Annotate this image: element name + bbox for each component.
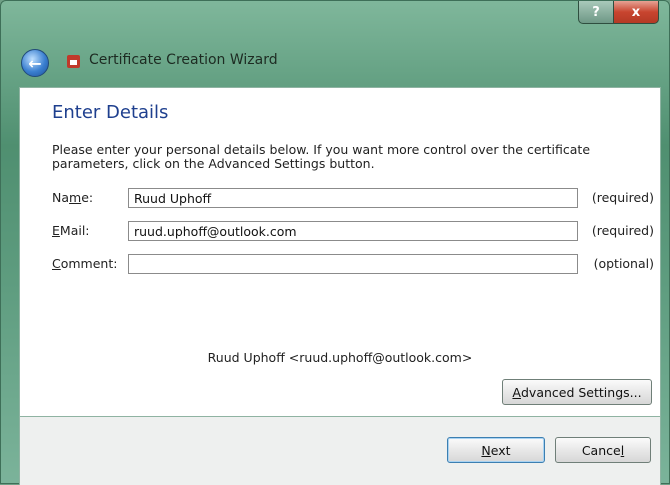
email-required-note: (required)	[591, 223, 654, 238]
close-button[interactable]: x	[614, 1, 659, 24]
window-title: Certificate Creation Wizard	[89, 52, 278, 68]
email-field[interactable]	[128, 221, 578, 241]
name-label: Name:	[52, 190, 94, 205]
comment-field[interactable]	[128, 254, 578, 274]
advanced-settings-button[interactable]: Advanced Settings...	[502, 379, 652, 405]
back-arrow-icon: ←	[28, 53, 42, 73]
comment-label: Comment:	[52, 256, 118, 271]
page-description: Please enter your personal details below…	[52, 142, 591, 171]
identity-preview: Ruud Uphoff <ruud.uphoff@outlook.com>	[207, 350, 473, 365]
title-bar: ? x ← Certificate Creation Wizard	[1, 1, 669, 87]
name-required-note: (required)	[591, 190, 654, 205]
next-button[interactable]: Next	[447, 437, 545, 463]
wizard-footer: Next Cance l	[19, 417, 661, 485]
comment-optional-note: (optional)	[593, 256, 654, 271]
wizard-content: Enter Details Please enter your personal…	[19, 87, 661, 417]
back-button[interactable]: ←	[21, 49, 49, 77]
page-heading: Enter Details	[52, 102, 169, 123]
certificate-app-icon	[67, 55, 80, 68]
cancel-button[interactable]: Cance l	[555, 437, 651, 463]
wizard-window: ? x ← Certificate Creation Wizard Enter …	[0, 0, 670, 485]
name-field[interactable]	[128, 188, 578, 208]
email-label: EMail:	[52, 223, 90, 238]
caption-buttons: ? x	[578, 1, 659, 24]
help-button[interactable]: ?	[578, 1, 614, 24]
